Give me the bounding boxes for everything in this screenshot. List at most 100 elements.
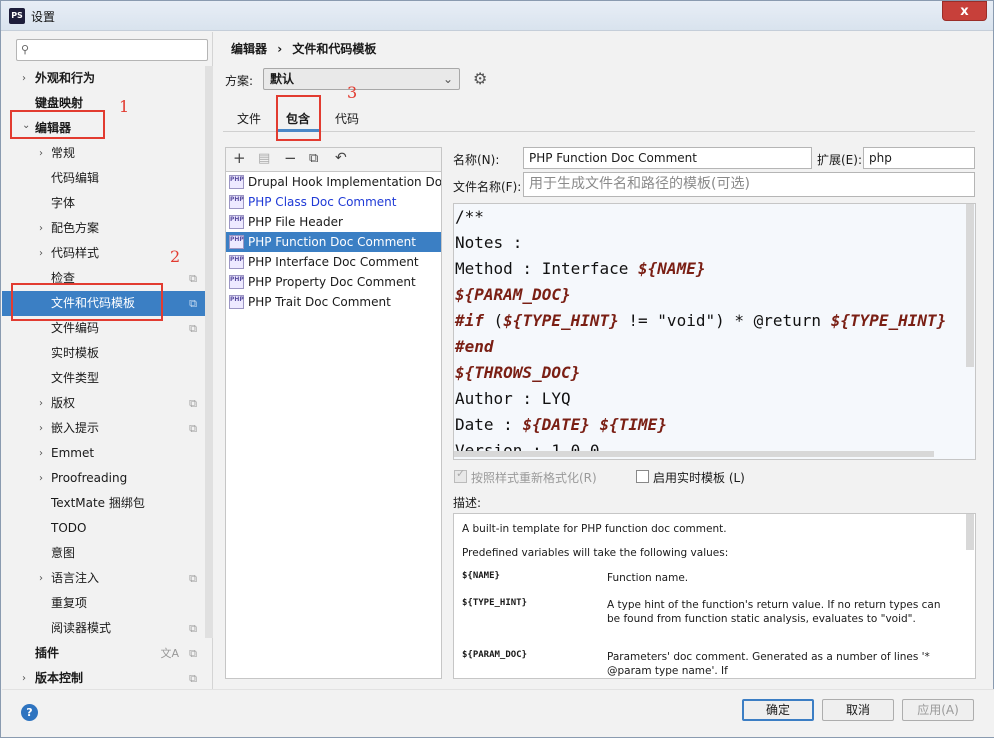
- code-line: Method : Interface ${NAME}: [454, 256, 975, 282]
- chevron-right-icon[interactable]: ›: [39, 141, 43, 166]
- phpstorm-app-icon: PS: [9, 8, 25, 24]
- copy-icon: ⧉: [189, 422, 197, 435]
- sidebar-item-duplicates[interactable]: 重复项: [2, 591, 213, 616]
- sidebar-item-label: 代码样式: [51, 246, 100, 260]
- breadcrumb: 编辑器 › 文件和代码模板: [231, 40, 382, 57]
- copy-icon: ⧉: [189, 672, 197, 685]
- sidebar-item-label: TextMate 捆绑包: [51, 496, 145, 510]
- sidebar-item-appearance[interactable]: › 外观和行为: [2, 66, 213, 91]
- chevron-right-icon[interactable]: ›: [39, 216, 43, 241]
- sidebar-item-code-editing[interactable]: 代码编辑: [2, 166, 213, 191]
- copy-icon[interactable]: ⧉: [309, 151, 318, 166]
- code-line: Date : ${DATE} ${TIME}: [454, 412, 975, 438]
- breadcrumb-separator: ›: [277, 42, 283, 56]
- chevron-right-icon[interactable]: ›: [39, 566, 43, 591]
- chevron-right-icon[interactable]: ›: [39, 416, 43, 441]
- list-item[interactable]: PHP PHP Function Doc Comment: [226, 232, 441, 252]
- breadcrumb-current: 文件和代码模板: [292, 42, 377, 56]
- translate-icon: 文A: [160, 647, 179, 660]
- live-template-label[interactable]: 启用实时模板 (L): [653, 469, 745, 486]
- filename-label: 文件名称(F):: [453, 180, 522, 194]
- search-input[interactable]: ⚲: [16, 39, 208, 61]
- description-intro: A built-in template for PHP function doc…: [462, 523, 727, 535]
- php-file-icon: PHP: [229, 175, 244, 189]
- sidebar-item-live-templates[interactable]: 实时模板: [2, 341, 213, 366]
- list-item[interactable]: PHP PHP Class Doc Comment: [226, 192, 441, 212]
- chevron-right-icon[interactable]: ›: [22, 666, 26, 691]
- sidebar-item-language-injections[interactable]: › 语言注入 ⧉: [2, 566, 213, 591]
- editor-horizontal-scrollbar[interactable]: [454, 451, 934, 457]
- name-field[interactable]: PHP Function Doc Comment: [523, 147, 812, 169]
- chevron-right-icon[interactable]: ›: [39, 441, 43, 466]
- cancel-button[interactable]: 取消: [822, 699, 894, 721]
- help-icon[interactable]: ?: [21, 704, 38, 721]
- add-icon[interactable]: +: [233, 149, 246, 167]
- ok-button[interactable]: 确定: [742, 699, 814, 721]
- code-text: Date :: [455, 415, 523, 434]
- sidebar-item-code-style[interactable]: › 代码样式: [2, 241, 213, 266]
- live-template-checkbox[interactable]: [636, 470, 649, 483]
- variable-name: ${TYPE_HINT}: [462, 598, 528, 608]
- sidebar-item-label: Proofreading: [51, 471, 128, 485]
- sidebar-item-font[interactable]: 字体: [2, 191, 213, 216]
- sidebar-item-color-scheme[interactable]: › 配色方案: [2, 216, 213, 241]
- sidebar-item-reader-mode[interactable]: 阅读器模式 ⧉: [2, 616, 213, 641]
- chevron-right-icon[interactable]: ›: [22, 66, 26, 91]
- tab-code[interactable]: 代码: [325, 102, 369, 132]
- php-file-icon: PHP: [229, 215, 244, 229]
- template-list: PHP Drupal Hook Implementation Doc PHP PHP…: [225, 171, 442, 679]
- sidebar-scrollbar[interactable]: [205, 66, 213, 638]
- sidebar-item-general[interactable]: › 常规: [2, 141, 213, 166]
- sidebar-item-label: 插件: [35, 646, 60, 660]
- list-item[interactable]: PHP PHP Trait Doc Comment: [226, 292, 441, 312]
- sidebar-item-proofreading[interactable]: › Proofreading: [2, 466, 213, 491]
- sidebar-item-file-types[interactable]: 文件类型: [2, 366, 213, 391]
- chevron-right-icon[interactable]: ›: [39, 466, 43, 491]
- sidebar-item-todo[interactable]: TODO: [2, 516, 213, 541]
- close-button[interactable]: x: [942, 1, 987, 21]
- sidebar-item-plugins[interactable]: 插件 文A ⧉: [2, 641, 213, 666]
- sidebar-item-label: 阅读器模式: [51, 621, 112, 635]
- tab-files[interactable]: 文件: [227, 102, 271, 132]
- gear-icon[interactable]: ⚙: [473, 69, 487, 88]
- settings-window: PS 设置 x ⚲ › 外观和行为 键盘映射 ⌄ 编辑器 › 常规 代码编辑 字体 ›…: [0, 0, 994, 738]
- annotation-number: 1: [119, 97, 130, 116]
- breadcrumb-parent[interactable]: 编辑器: [231, 42, 267, 56]
- chevron-right-icon[interactable]: ›: [39, 391, 43, 416]
- sidebar-item-version-control[interactable]: › 版本控制 ⧉: [2, 666, 213, 691]
- code-line: Notes :: [454, 230, 975, 256]
- template-variable: ${NAME}: [638, 259, 706, 278]
- template-directive: #end: [455, 337, 494, 356]
- remove-icon[interactable]: −: [284, 149, 297, 167]
- title-bar: PS 设置 x: [1, 1, 993, 31]
- code-text: Author : LYQ: [455, 389, 571, 408]
- checkmark-icon: ✓: [456, 467, 466, 480]
- editor-vertical-scrollbar[interactable]: [966, 204, 974, 367]
- sidebar-item-copyright[interactable]: › 版权 ⧉: [2, 391, 213, 416]
- template-code-editor[interactable]: /** Notes : Method : Interface ${NAME} $…: [453, 203, 976, 460]
- sidebar-item-label: 重复项: [51, 596, 88, 610]
- list-item[interactable]: PHP Drupal Hook Implementation Doc: [226, 172, 441, 192]
- annotation-box-editor: [10, 110, 105, 139]
- scheme-dropdown[interactable]: 默认 ⌄: [263, 68, 460, 90]
- copy-icon: ⧉: [189, 647, 197, 660]
- sidebar-item-textmate[interactable]: TextMate 捆绑包: [2, 491, 213, 516]
- sidebar-item-emmet[interactable]: › Emmet: [2, 441, 213, 466]
- filename-field[interactable]: 用于生成文件名和路径的模板(可选): [523, 172, 975, 197]
- sidebar-item-intentions[interactable]: 意图: [2, 541, 213, 566]
- code-line: ${THROWS_DOC}: [454, 360, 975, 386]
- description-scrollbar[interactable]: [966, 514, 974, 550]
- template-name: PHP Function Doc Comment: [248, 235, 416, 249]
- extension-field[interactable]: php: [863, 147, 975, 169]
- reset-icon[interactable]: ↶: [335, 150, 347, 166]
- list-item[interactable]: PHP PHP Interface Doc Comment: [226, 252, 441, 272]
- template-tabs: 文件 包含 代码: [223, 102, 975, 132]
- sidebar-item-label: 版权: [51, 396, 76, 410]
- scheme-label: 方案:: [225, 74, 254, 88]
- list-item[interactable]: PHP PHP File Header: [226, 212, 441, 232]
- sidebar-item-inlay-hints[interactable]: › 嵌入提示 ⧉: [2, 416, 213, 441]
- chevron-right-icon[interactable]: ›: [39, 241, 43, 266]
- list-item[interactable]: PHP PHP Property Doc Comment: [226, 272, 441, 292]
- template-name: PHP Trait Doc Comment: [248, 295, 391, 309]
- code-text: /**: [455, 207, 484, 226]
